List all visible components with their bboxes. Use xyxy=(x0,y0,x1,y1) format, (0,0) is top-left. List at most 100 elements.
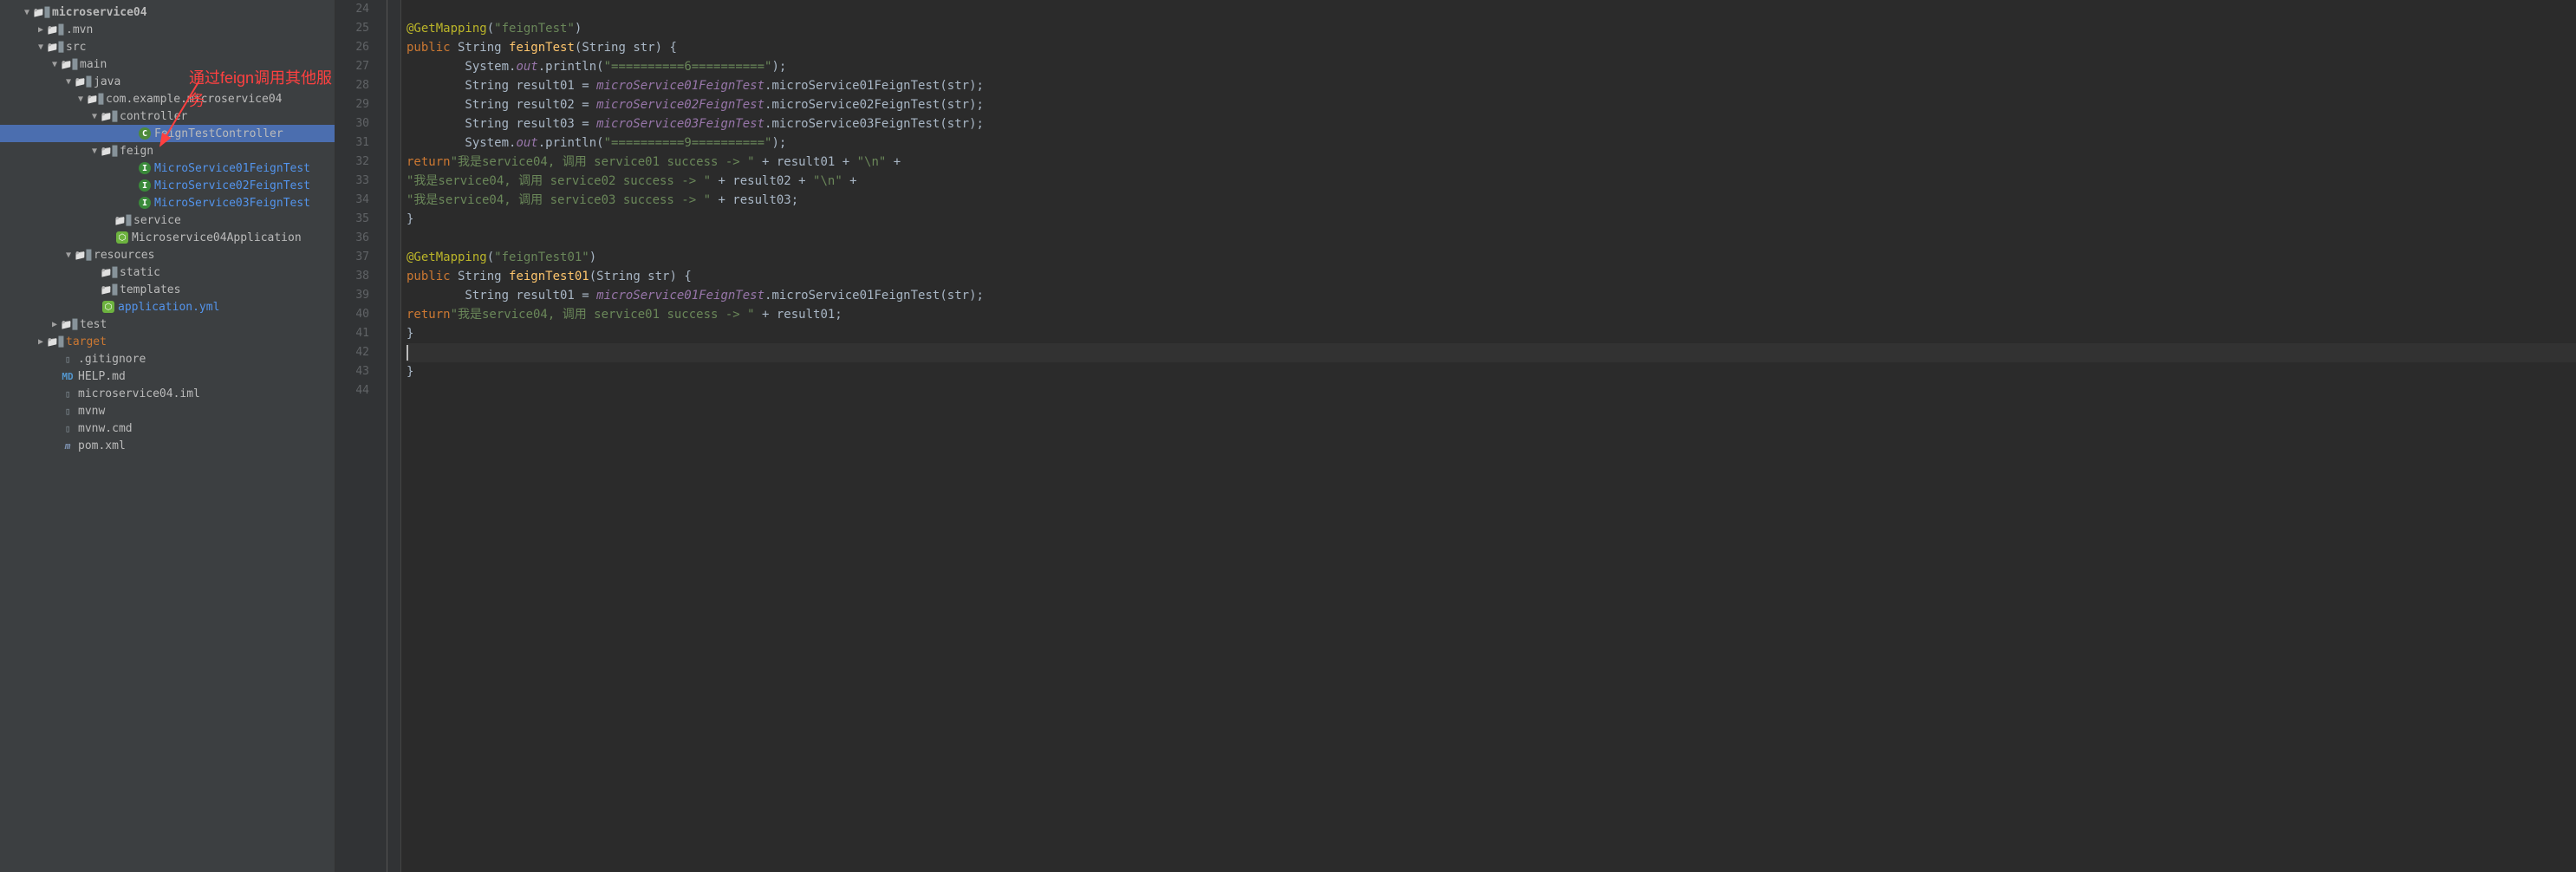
tree-item-service[interactable]: ▉service xyxy=(0,211,335,229)
expand-arrow-icon[interactable] xyxy=(38,337,47,347)
file-icon: ▯ xyxy=(61,387,75,400)
code-line-25[interactable]: @GetMapping("feignTest") xyxy=(407,19,2576,38)
tree-item-label: Microservice04Application xyxy=(132,231,302,244)
line-number: 26 xyxy=(335,38,387,57)
line-number: 24 xyxy=(335,0,387,19)
code-line-35[interactable]: } xyxy=(407,210,2576,229)
line-gutter: 2425262728293031323334353637383940414243… xyxy=(335,0,387,872)
tree-item--mvn[interactable]: ▉.mvn xyxy=(0,21,335,38)
collapse-arrow-icon[interactable] xyxy=(38,42,47,52)
code-line-38[interactable]: public String feignTest01(String str) { xyxy=(407,267,2576,286)
code-line-37[interactable]: @GetMapping("feignTest01") xyxy=(407,248,2576,267)
tree-item-resources[interactable]: ▉resources xyxy=(0,246,335,264)
code-line-30[interactable]: String result03 = microService03FeignTes… xyxy=(407,114,2576,133)
code-line-41[interactable]: } xyxy=(407,324,2576,343)
tree-item-label: HELP.md xyxy=(78,370,126,383)
tree-item-label: pom.xml xyxy=(78,439,126,452)
line-number: 36 xyxy=(335,229,387,248)
tree-item-microservice02feigntest[interactable]: IMicroService02FeignTest xyxy=(0,177,335,194)
tree-item-label: target xyxy=(66,335,107,348)
class-icon: C xyxy=(139,127,151,140)
tree-item-microservice04application[interactable]: ⬡Microservice04Application xyxy=(0,229,335,246)
package-icon: ▉ xyxy=(88,92,102,106)
code-line-24[interactable] xyxy=(407,0,2576,19)
tree-item-feigntestcontroller[interactable]: CFeignTestController xyxy=(0,125,335,142)
line-number: 43 xyxy=(335,362,387,381)
code-line-39[interactable]: String result01 = microService01FeignTes… xyxy=(407,286,2576,305)
tree-item-main[interactable]: ▉main xyxy=(0,55,335,73)
tree-item-mvnw-cmd[interactable]: ▯mvnw.cmd xyxy=(0,420,335,437)
line-number: 41 xyxy=(335,324,387,343)
tree-item-java[interactable]: ▉java xyxy=(0,73,335,90)
tree-item-label: .gitignore xyxy=(78,353,146,366)
code-editor[interactable]: 2425262728293031323334353637383940414243… xyxy=(335,0,2576,872)
code-line-34[interactable]: "我是service04, 调用 service03 success -> " … xyxy=(407,191,2576,210)
interface-icon: I xyxy=(139,179,151,192)
line-number: 35 xyxy=(335,210,387,229)
expand-arrow-icon[interactable] xyxy=(38,25,47,35)
tree-item-feign[interactable]: ▉feign xyxy=(0,142,335,159)
collapse-arrow-icon[interactable] xyxy=(66,77,75,87)
code-line-29[interactable]: String result02 = microService02FeignTes… xyxy=(407,95,2576,114)
tree-item-templates[interactable]: ▉templates xyxy=(0,281,335,298)
collapse-arrow-icon[interactable] xyxy=(78,94,87,104)
code-area[interactable]: @GetMapping("feignTest") public String f… xyxy=(401,0,2576,872)
tree-item-test[interactable]: ▉test xyxy=(0,316,335,333)
package-icon: ▉ xyxy=(116,213,130,227)
collapse-arrow-icon[interactable] xyxy=(92,146,101,156)
tree-item-src[interactable]: ▉ src xyxy=(0,38,335,55)
code-line-28[interactable]: String result01 = microService01FeignTes… xyxy=(407,76,2576,95)
code-line-32[interactable]: return "我是service04, 调用 service01 succes… xyxy=(407,153,2576,172)
tree-item-application-yml[interactable]: ⬡ application.yml xyxy=(0,298,335,316)
tree-item-label: templates xyxy=(120,283,180,296)
tree-item-target[interactable]: ▉target xyxy=(0,333,335,350)
tree-item-label: MicroService03FeignTest xyxy=(154,197,310,210)
code-line-26[interactable]: public String feignTest(String str) { xyxy=(407,38,2576,57)
code-line-33[interactable]: "我是service04, 调用 service02 success -> " … xyxy=(407,172,2576,191)
code-line-36[interactable] xyxy=(407,229,2576,248)
tree-item-help-md[interactable]: MDHELP.md xyxy=(0,368,335,385)
tree-item-com-example-microservice04[interactable]: ▉com.example.microservice04 xyxy=(0,90,335,107)
line-number: 40 xyxy=(335,305,387,324)
line-number: 28 xyxy=(335,76,387,95)
tree-item-label: MicroService01FeignTest xyxy=(154,162,310,175)
tree-item-microservice01feigntest[interactable]: IMicroService01FeignTest xyxy=(0,159,335,177)
tree-item-label: controller xyxy=(120,110,187,123)
code-line-42[interactable] xyxy=(407,343,2576,362)
gutter-marks xyxy=(387,0,401,872)
tree-item-microservice04-iml[interactable]: ▯microservice04.iml xyxy=(0,385,335,402)
file-icon: ▯ xyxy=(61,352,75,366)
collapse-arrow-icon[interactable] xyxy=(24,8,33,17)
tree-item-label: src xyxy=(66,41,86,54)
tree-item-label: resources xyxy=(94,249,154,262)
code-line-27[interactable]: System.out.println("==========6=========… xyxy=(407,57,2576,76)
package-icon: ▉ xyxy=(102,144,116,158)
tree-item--gitignore[interactable]: ▯.gitignore xyxy=(0,350,335,368)
tree-item-controller[interactable]: ▉controller xyxy=(0,107,335,125)
maven-icon: m xyxy=(61,439,75,452)
line-number: 37 xyxy=(335,248,387,267)
project-tree[interactable]: 通过feign调用其他服务 ▉microservice04▉.mvn▉src▉m… xyxy=(0,0,335,872)
tree-item-static[interactable]: ▉static xyxy=(0,264,335,281)
collapse-arrow-icon[interactable] xyxy=(66,251,75,260)
code-line-44[interactable] xyxy=(407,381,2576,400)
tree-item-pom-xml[interactable]: mpom.xml xyxy=(0,437,335,454)
collapse-arrow-icon[interactable] xyxy=(52,60,61,69)
tree-item-microservice03feigntest[interactable]: IMicroService03FeignTest xyxy=(0,194,335,211)
tree-item-label: .mvn xyxy=(66,23,93,36)
code-line-40[interactable]: return "我是service04, 调用 service01 succes… xyxy=(407,305,2576,324)
tree-item-microservice04[interactable]: ▉microservice04 xyxy=(0,3,335,21)
tree-item-label: application.yml xyxy=(118,301,219,314)
collapse-arrow-icon[interactable] xyxy=(92,112,101,121)
line-number: 42 xyxy=(335,343,387,362)
code-line-31[interactable]: System.out.println("==========9=========… xyxy=(407,133,2576,153)
tree-item-mvnw[interactable]: ▯mvnw xyxy=(0,402,335,420)
tree-item-label: test xyxy=(80,318,107,331)
folder-icon: ▉ xyxy=(49,40,62,54)
folder-icon: ▉ xyxy=(102,265,116,279)
file-icon: ▯ xyxy=(61,404,75,418)
code-line-43[interactable]: } xyxy=(407,362,2576,381)
expand-arrow-icon[interactable] xyxy=(52,320,61,329)
line-number: 29 xyxy=(335,95,387,114)
spring-icon: ⬡ xyxy=(102,301,114,313)
